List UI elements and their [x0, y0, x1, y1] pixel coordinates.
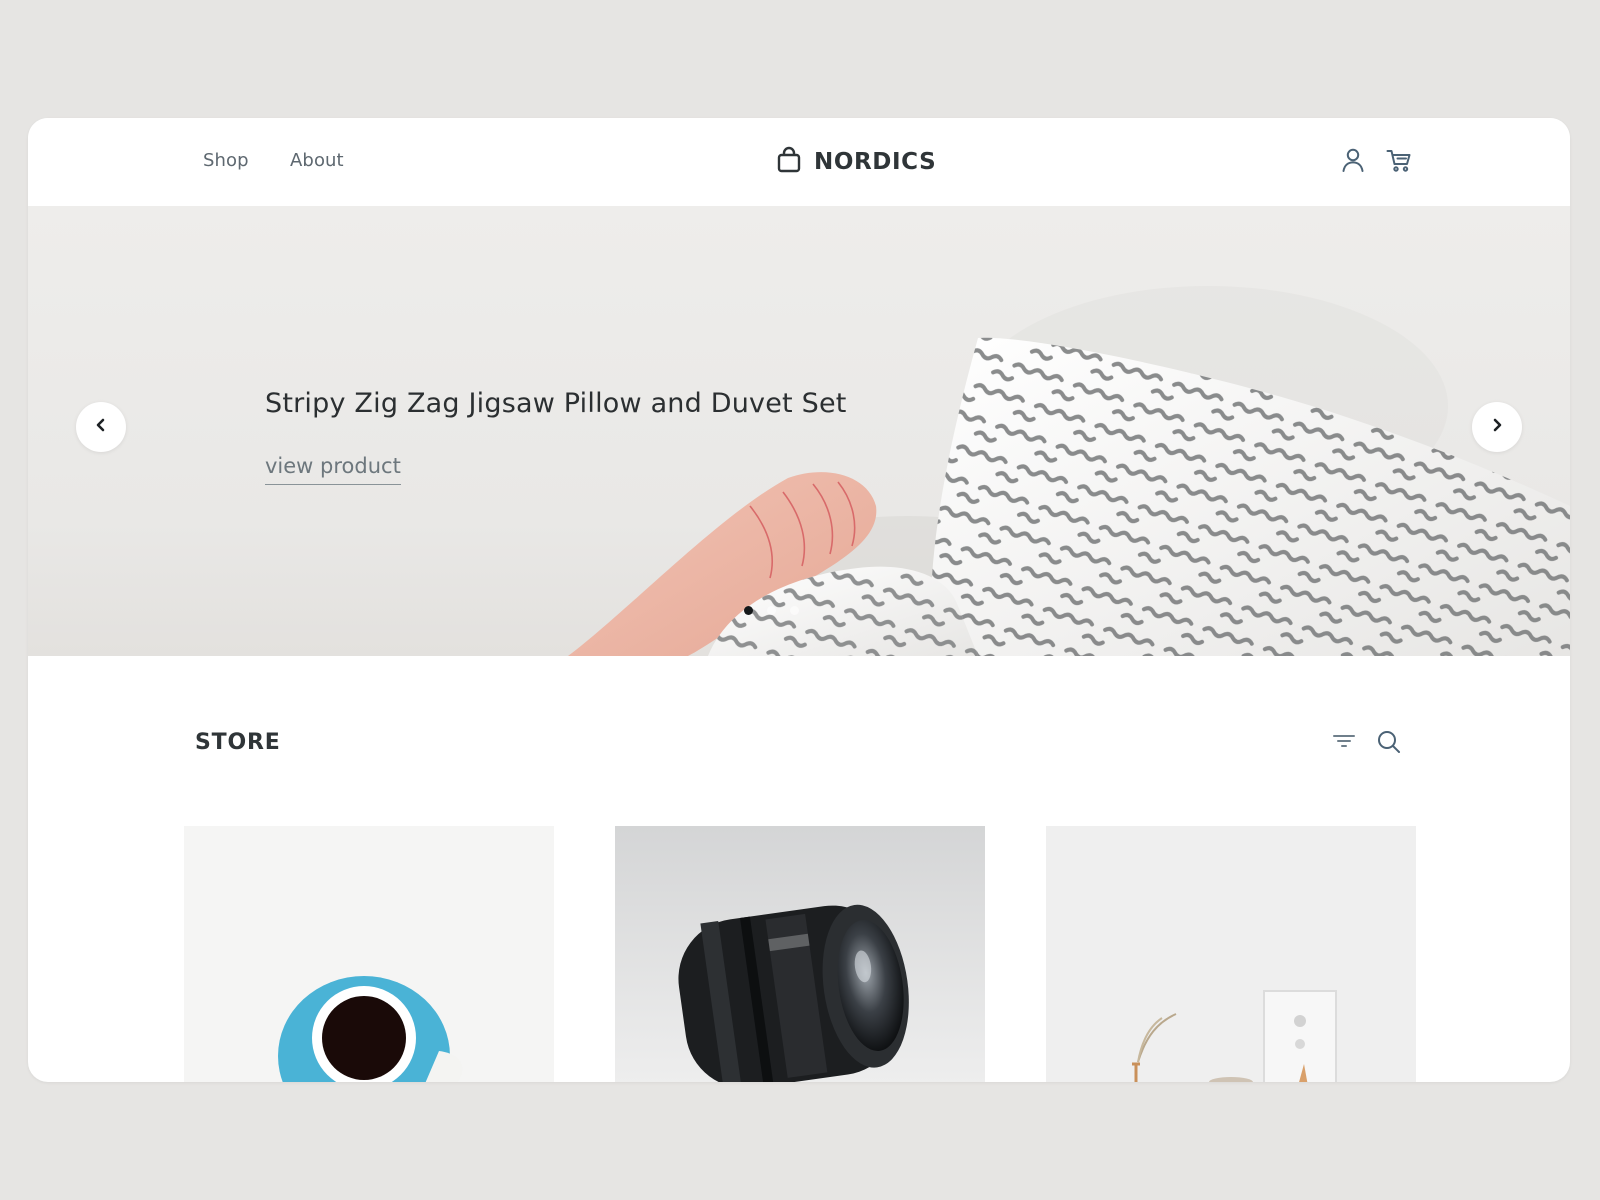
search-icon[interactable]	[1375, 728, 1403, 756]
brand-name: NORDICS	[814, 149, 937, 175]
product-card-lens[interactable]	[615, 826, 985, 1082]
user-icon[interactable]	[1339, 146, 1367, 174]
product-card-coffee[interactable]	[184, 826, 554, 1082]
hero-image	[568, 286, 1570, 656]
cart-icon[interactable]	[1385, 146, 1413, 174]
hero-title: Stripy Zig Zag Jigsaw Pillow and Duvet S…	[265, 388, 847, 419]
product-image-coffee-cup	[184, 826, 554, 1082]
chevron-left-icon	[93, 417, 109, 437]
brand-logo[interactable]: NORDICS	[776, 146, 936, 178]
nav-link-shop[interactable]: Shop	[203, 150, 249, 171]
shopping-bag-icon	[776, 146, 802, 178]
store-heading: STORE	[195, 730, 281, 755]
carousel-next-button[interactable]	[1472, 402, 1522, 452]
hero-banner: Stripy Zig Zag Jigsaw Pillow and Duvet S…	[28, 206, 1570, 656]
view-product-link[interactable]: view product	[265, 454, 401, 485]
top-header: Shop About NORDICS	[28, 118, 1570, 206]
carousel-prev-button[interactable]	[76, 402, 126, 452]
product-image-shelf-decor	[1046, 826, 1416, 1082]
carousel-dot-2[interactable]	[767, 606, 776, 615]
carousel-dot-1[interactable]	[744, 606, 753, 615]
app-window: Shop About NORDICS Stripy Zig Zag Jigsaw…	[28, 118, 1570, 1082]
carousel-dots	[744, 606, 799, 615]
carousel-dot-3[interactable]	[790, 606, 799, 615]
chevron-right-icon	[1489, 417, 1505, 437]
filter-icon[interactable]	[1330, 728, 1358, 756]
nav-link-about[interactable]: About	[290, 150, 344, 171]
product-image-camera-lens	[615, 826, 985, 1082]
product-card-decor[interactable]	[1046, 826, 1416, 1082]
